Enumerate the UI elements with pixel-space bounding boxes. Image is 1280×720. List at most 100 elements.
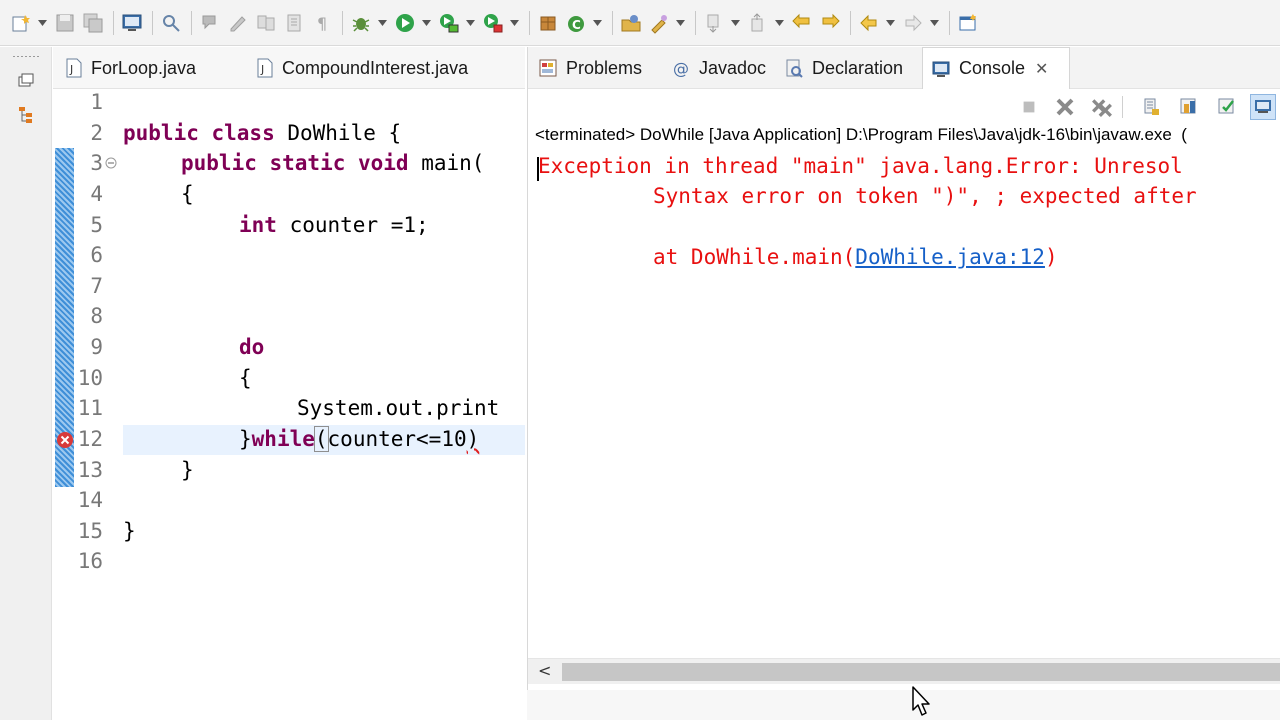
search-icon[interactable] bbox=[158, 10, 184, 36]
save-icon[interactable] bbox=[52, 10, 78, 36]
code-line[interactable]: public static void main( bbox=[181, 151, 484, 175]
code-text: DoWhile { bbox=[274, 121, 402, 145]
svg-text:@: @ bbox=[673, 59, 689, 78]
hierarchy-icon[interactable] bbox=[16, 105, 36, 125]
line-number: 11 bbox=[77, 396, 103, 420]
annotation-icon[interactable] bbox=[197, 10, 223, 36]
forward-icon[interactable] bbox=[900, 10, 926, 36]
code-text: counter<=10 bbox=[327, 427, 467, 451]
chevron-down-icon[interactable] bbox=[464, 10, 476, 36]
scrollbar-thumb[interactable] bbox=[562, 663, 1280, 681]
console-output-line: Exception in thread "main" java.lang.Err… bbox=[538, 154, 1183, 178]
tab-problems[interactable]: Problems bbox=[538, 47, 642, 89]
console-output-line: at DoWhile.main(DoWhile.java:12) bbox=[653, 245, 1058, 269]
code-line[interactable]: do bbox=[239, 335, 264, 359]
mouse-pointer-icon bbox=[912, 686, 930, 716]
pin-console-icon[interactable] bbox=[1214, 94, 1240, 120]
at-icon: @ bbox=[673, 59, 689, 78]
code-line[interactable]: } bbox=[181, 458, 194, 482]
close-icon[interactable]: ✕ bbox=[1035, 59, 1048, 79]
code-line[interactable]: public class DoWhile { bbox=[123, 121, 401, 145]
word-wrap-icon[interactable] bbox=[1176, 94, 1202, 120]
tab-label: Console bbox=[959, 58, 1026, 78]
code-line[interactable]: System.out.print bbox=[297, 396, 499, 420]
open-perspective-icon[interactable] bbox=[955, 10, 981, 36]
save-all-icon[interactable] bbox=[80, 10, 106, 36]
run-icon[interactable] bbox=[392, 10, 418, 36]
remove-all-icon[interactable] bbox=[1089, 94, 1115, 120]
stack-frame-text: ) bbox=[1044, 245, 1058, 269]
back-icon[interactable] bbox=[856, 10, 882, 36]
tab-forloop[interactable]: J ForLoop.java bbox=[65, 47, 196, 89]
restore-icon[interactable] bbox=[16, 71, 36, 91]
drag-handle[interactable] bbox=[12, 55, 40, 58]
svg-text:C: C bbox=[572, 18, 581, 32]
chevron-down-icon[interactable] bbox=[591, 10, 603, 36]
terminate-icon[interactable] bbox=[1016, 94, 1042, 120]
tab-label: ForLoop.java bbox=[91, 57, 197, 78]
console-tab-bar: Problems @ Javadoc Declaration Console ✕ bbox=[528, 47, 1280, 89]
error-icon[interactable] bbox=[56, 431, 74, 449]
package-icon[interactable] bbox=[535, 10, 561, 36]
document-icon[interactable] bbox=[281, 10, 307, 36]
scroll-lock-icon[interactable] bbox=[1138, 94, 1164, 120]
last-edit-icon[interactable] bbox=[789, 10, 815, 36]
prev-annotation-icon[interactable] bbox=[745, 10, 771, 36]
code-line[interactable]: } bbox=[123, 519, 136, 543]
console-toolbar bbox=[528, 90, 1280, 123]
new-icon[interactable] bbox=[8, 10, 34, 36]
open-task-icon[interactable] bbox=[646, 10, 672, 36]
terminal-icon[interactable] bbox=[119, 10, 145, 36]
edit-icon[interactable] bbox=[225, 10, 251, 36]
new-class-icon[interactable]: C bbox=[563, 10, 589, 36]
code-text: main( bbox=[408, 151, 485, 175]
debug-icon[interactable] bbox=[348, 10, 374, 36]
open-type-icon[interactable] bbox=[618, 10, 644, 36]
chevron-down-icon[interactable] bbox=[884, 10, 896, 36]
horizontal-scrollbar[interactable]: < bbox=[528, 658, 1280, 684]
remove-launch-icon[interactable] bbox=[1052, 94, 1078, 120]
collapse-icon[interactable] bbox=[105, 157, 117, 169]
tab-label: Problems bbox=[566, 57, 643, 78]
keyword: do bbox=[239, 335, 265, 359]
toolbar-separator bbox=[695, 10, 696, 35]
chevron-down-icon[interactable] bbox=[928, 10, 940, 36]
stack-trace-link[interactable]: DoWhile.java:12 bbox=[855, 245, 1045, 269]
status-strip bbox=[527, 690, 1280, 720]
compare-icon[interactable] bbox=[253, 10, 279, 36]
tab-label: Javadoc bbox=[699, 57, 767, 78]
code-line[interactable]: { bbox=[239, 366, 252, 390]
chevron-down-icon[interactable] bbox=[674, 10, 686, 36]
keyword: int bbox=[239, 213, 277, 237]
next-annotation-icon[interactable] bbox=[701, 10, 727, 36]
chevron-down-icon[interactable] bbox=[729, 10, 741, 36]
pilcrow-icon[interactable]: ¶ bbox=[309, 10, 335, 36]
forward-edit-icon[interactable] bbox=[817, 10, 843, 36]
coverage-icon[interactable] bbox=[436, 10, 462, 36]
keyword: public static void bbox=[181, 151, 409, 175]
code-line-error[interactable]: }while(counter<=10) bbox=[239, 426, 479, 452]
chevron-down-icon[interactable] bbox=[376, 10, 388, 36]
tab-javadoc[interactable]: @ Javadoc bbox=[671, 47, 766, 89]
chevron-down-icon[interactable] bbox=[420, 10, 432, 36]
launch-status: <terminated> DoWhile [Java Application] … bbox=[535, 125, 1187, 144]
line-number: 6 bbox=[90, 243, 103, 267]
line-number: 3 bbox=[90, 151, 103, 175]
code-text: counter =1; bbox=[276, 213, 429, 237]
display-console-icon[interactable] bbox=[1250, 94, 1276, 120]
chevron-down-icon[interactable] bbox=[508, 10, 520, 36]
chevron-down-icon[interactable] bbox=[36, 10, 48, 36]
console-output-line: Syntax error on token ")", ; expected af… bbox=[653, 184, 1197, 208]
tab-declaration[interactable]: Declaration bbox=[784, 47, 903, 89]
svg-text:J: J bbox=[260, 63, 264, 76]
chevron-down-icon[interactable] bbox=[773, 10, 785, 36]
toolbar-separator bbox=[850, 10, 851, 35]
scroll-left-icon[interactable]: < bbox=[538, 661, 551, 680]
tab-compoundinterest[interactable]: J CompoundInterest.java bbox=[256, 47, 468, 89]
code-line[interactable]: { bbox=[181, 182, 194, 206]
line-number: 7 bbox=[90, 274, 103, 298]
code-line[interactable]: int counter =1; bbox=[239, 213, 429, 237]
tab-console[interactable]: Console ✕ bbox=[922, 47, 1070, 89]
svg-text:¶: ¶ bbox=[317, 14, 327, 33]
external-run-icon[interactable] bbox=[480, 10, 506, 36]
